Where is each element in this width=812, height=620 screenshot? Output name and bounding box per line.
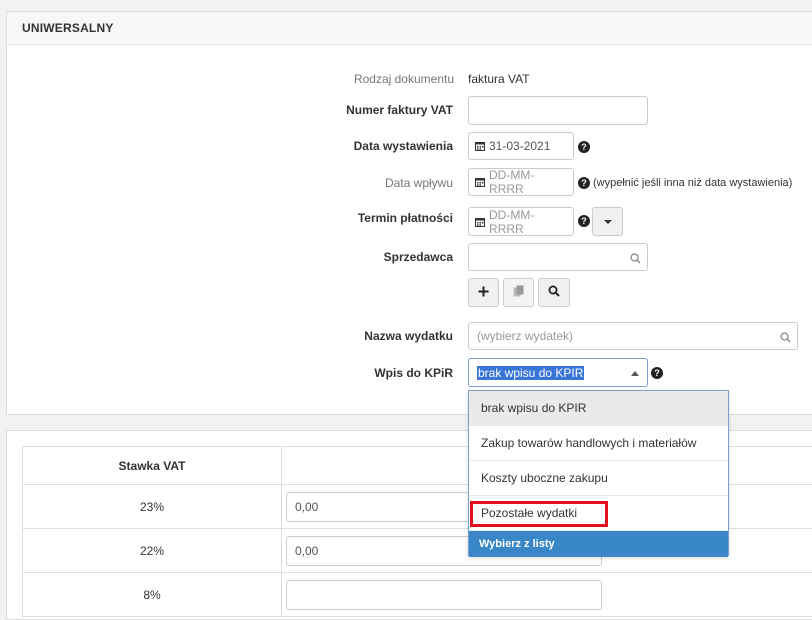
calendar-icon xyxy=(475,141,485,151)
copy-icon xyxy=(513,285,524,300)
question-circle-icon[interactable]: ? xyxy=(578,215,590,227)
kpir-selected-value: brak wpisu do KPIR xyxy=(477,366,584,380)
vat-rate-cell: 8% xyxy=(23,573,282,617)
plus-icon xyxy=(478,286,489,300)
search-icon xyxy=(548,285,560,300)
kpir-dropdown: brak wpisu do KPIR Zakup towarów handlow… xyxy=(468,390,729,556)
dropdown-option-highlighted[interactable]: Pozostałe wydatki xyxy=(469,496,728,531)
search-seller-button[interactable] xyxy=(538,278,570,307)
receipt-date-input[interactable]: DD-MM-RRRR xyxy=(468,168,574,196)
vat-column-header: Stawka VAT xyxy=(23,447,282,485)
issue-date-label: Data wystawienia xyxy=(203,139,453,153)
caret-down-icon xyxy=(604,220,612,224)
payment-term-input[interactable]: DD-MM-RRRR xyxy=(468,207,574,236)
vat-amount-input[interactable] xyxy=(286,580,602,610)
kpir-label: Wpis do KPiR xyxy=(203,366,453,380)
expense-name-label: Nazwa wydatku xyxy=(203,329,453,343)
doc-type-value: faktura VAT xyxy=(468,72,530,86)
receipt-date-placeholder: DD-MM-RRRR xyxy=(489,168,565,196)
invoice-number-input[interactable] xyxy=(468,96,648,125)
seller-label: Sprzedawca xyxy=(203,250,453,264)
expense-name-input[interactable]: (wybierz wydatek) xyxy=(468,322,798,350)
vat-rate-cell: 22% xyxy=(23,529,282,573)
table-row: 8% xyxy=(23,573,812,617)
kpir-select[interactable]: brak wpisu do KPIR xyxy=(468,358,648,387)
dropdown-footer[interactable]: Wybierz z listy xyxy=(469,531,728,557)
receipt-date-hint: (wypełnić jeśli inna niż data wystawieni… xyxy=(593,177,792,189)
question-circle-icon[interactable]: ? xyxy=(578,177,590,189)
doc-type-label: Rodzaj dokumentu xyxy=(204,72,454,86)
receipt-date-label: Data wpływu xyxy=(203,176,453,190)
question-circle-icon[interactable]: ? xyxy=(578,141,590,153)
panel-title: UNIWERSALNY xyxy=(7,12,812,45)
dropdown-option[interactable]: brak wpisu do KPIR xyxy=(469,391,728,426)
seller-input[interactable] xyxy=(468,243,648,271)
dropdown-option[interactable]: Zakup towarów handlowych i materiałów xyxy=(469,426,728,461)
payment-term-placeholder: DD-MM-RRRR xyxy=(489,208,565,236)
question-circle-icon[interactable]: ? xyxy=(651,367,663,379)
caret-up-icon xyxy=(631,371,639,376)
calendar-icon xyxy=(475,177,485,187)
highlight-box xyxy=(470,501,608,527)
issue-date-input[interactable]: 31-03-2021 xyxy=(468,132,574,160)
vat-rate-cell: 23% xyxy=(23,485,282,529)
copy-seller-button[interactable] xyxy=(503,278,534,307)
payment-term-label: Termin płatności xyxy=(203,211,453,225)
add-seller-button[interactable] xyxy=(468,278,499,307)
payment-term-dropdown-button[interactable] xyxy=(592,207,623,236)
search-icon xyxy=(630,253,641,267)
value-cell xyxy=(282,573,812,617)
dropdown-option[interactable]: Koszty uboczne zakupu xyxy=(469,461,728,496)
invoice-number-label: Numer faktury VAT xyxy=(203,103,453,117)
calendar-icon xyxy=(475,217,485,227)
search-icon xyxy=(780,332,791,346)
expense-name-placeholder: (wybierz wydatek) xyxy=(477,329,573,343)
issue-date-value: 31-03-2021 xyxy=(489,139,550,153)
